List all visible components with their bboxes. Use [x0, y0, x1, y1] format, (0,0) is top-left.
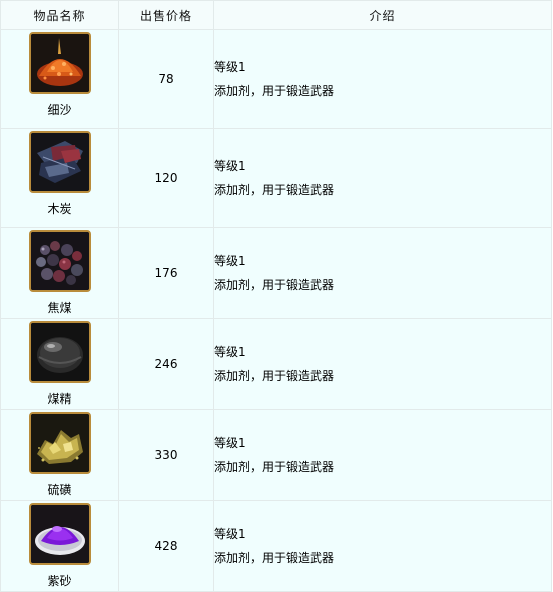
- item-level: 等级1: [214, 436, 246, 450]
- sulfur-icon: [28, 412, 91, 474]
- item-description: 等级1 添加剂，用于锻造武器: [213, 500, 552, 592]
- item-level: 等级1: [214, 60, 246, 74]
- item-desc-text: 添加剂，用于锻造武器: [214, 369, 335, 383]
- item-price: 246: [118, 318, 214, 410]
- item-name: 煤精: [47, 392, 72, 406]
- table-row: 木炭 120 等级1 添加剂，用于锻造武器: [0, 128, 552, 228]
- item-name-cell: 煤精: [0, 318, 119, 410]
- item-name-cell: 焦煤: [0, 227, 119, 319]
- item-description: 等级1 添加剂，用于锻造武器: [213, 29, 552, 129]
- table-row: 焦煤 176 等级1 添加剂，用于锻造武器: [0, 227, 552, 319]
- item-desc-text: 添加剂，用于锻造武器: [214, 183, 335, 197]
- header-item-name: 物品名称: [0, 0, 119, 30]
- item-name-cell: 紫砂: [0, 500, 119, 592]
- table-row: 细沙 78 等级1 添加剂，用于锻造武器: [0, 29, 552, 129]
- item-level: 等级1: [214, 527, 246, 541]
- table-row: 硫磺 330 等级1 添加剂，用于锻造武器: [0, 409, 552, 501]
- item-desc-text: 添加剂，用于锻造武器: [214, 84, 335, 98]
- table-row: 紫砂 428 等级1 添加剂，用于锻造武器: [0, 500, 552, 592]
- item-table: 物品名称 出售价格 介绍 细沙 78 等级1 添加剂，用于锻造武器 木炭 120…: [0, 0, 552, 592]
- purple-sand-icon: [28, 503, 91, 565]
- item-name: 紫砂: [47, 574, 72, 588]
- charcoal-icon: [28, 131, 91, 193]
- item-name-cell: 细沙: [0, 29, 119, 129]
- item-name: 焦煤: [47, 301, 72, 315]
- item-price: 330: [118, 409, 214, 501]
- item-price: 428: [118, 500, 214, 592]
- item-price: 120: [118, 128, 214, 228]
- item-name: 硫磺: [47, 483, 72, 497]
- item-desc-text: 添加剂，用于锻造武器: [214, 551, 335, 565]
- table-header-row: 物品名称 出售价格 介绍: [0, 0, 552, 30]
- item-level: 等级1: [214, 254, 246, 268]
- item-name-cell: 硫磺: [0, 409, 119, 501]
- item-name: 细沙: [47, 103, 72, 117]
- item-description: 等级1 添加剂，用于锻造武器: [213, 128, 552, 228]
- table-row: 煤精 246 等级1 添加剂，用于锻造武器: [0, 318, 552, 410]
- item-description: 等级1 添加剂，用于锻造武器: [213, 227, 552, 319]
- header-sell-price: 出售价格: [118, 0, 214, 30]
- item-name-cell: 木炭: [0, 128, 119, 228]
- item-description: 等级1 添加剂，用于锻造武器: [213, 409, 552, 501]
- item-name: 木炭: [47, 202, 72, 216]
- orange-sand-icon: [28, 32, 91, 94]
- item-price: 176: [118, 227, 214, 319]
- item-level: 等级1: [214, 345, 246, 359]
- item-desc-text: 添加剂，用于锻造武器: [214, 278, 335, 292]
- item-level: 等级1: [214, 159, 246, 173]
- jet-stone-icon: [28, 321, 91, 383]
- item-description: 等级1 添加剂，用于锻造武器: [213, 318, 552, 410]
- item-desc-text: 添加剂，用于锻造武器: [214, 460, 335, 474]
- item-price: 78: [118, 29, 214, 129]
- coke-pile-icon: [28, 230, 91, 292]
- header-description: 介绍: [213, 0, 552, 30]
